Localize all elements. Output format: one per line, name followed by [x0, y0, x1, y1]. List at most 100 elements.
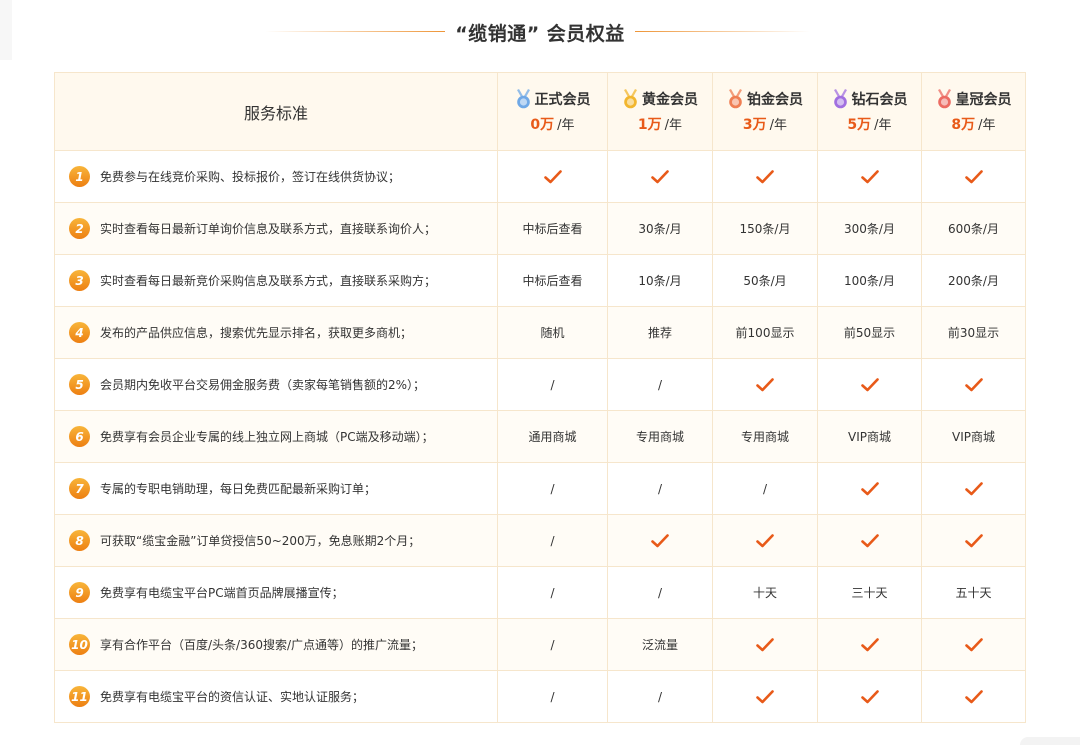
table-row: 6 免费享有会员企业专属的线上独立网上商城（PC端及移动端）； 通用商城 专用商城 专用… [54, 410, 1026, 463]
row-number-badge: 8 [69, 530, 90, 551]
tier-name: 皇冠会员 [955, 92, 1012, 108]
benefit-cell [921, 514, 1026, 567]
benefit-cell [921, 462, 1026, 515]
benefit-value: / [550, 533, 555, 548]
service-cell: 1 免费参与在线竞价采购、投标报价，签订在线供货协议； [54, 150, 498, 203]
benefit-value: 中标后查看 [522, 222, 583, 236]
benefit-value: / [550, 689, 555, 704]
benefit-value: / [657, 585, 663, 600]
benefit-value: 推荐 [647, 326, 672, 340]
benefit-cell: 中标后查看 [497, 202, 608, 255]
benefit-value: 五十天 [955, 586, 992, 600]
service-cell: 6 免费享有会员企业专属的线上独立网上商城（PC端及移动端）； [54, 410, 498, 463]
benefit-value: / [762, 481, 768, 496]
tier-header: 皇冠会员 8万/年 [921, 72, 1026, 151]
check-icon [756, 637, 774, 652]
tier-price-unit: /年 [557, 118, 575, 133]
table-body: 1 免费参与在线竞价采购、投标报价，签订在线供货协议； 2 实时查看每日最新订单询价信… [54, 150, 1026, 723]
check-icon [964, 377, 983, 392]
benefit-cell: 600条/月 [921, 202, 1026, 255]
service-column-header: 服务标准 [54, 72, 498, 151]
table-header-row: 服务标准 正式会员 0万/年 黄金会员 1万/年 铂金会员 3万/年 钻石会员 5万/年… [54, 72, 1026, 151]
crown-medal-icon [937, 89, 951, 109]
benefit-cell: 150条/月 [712, 202, 818, 255]
benefit-cell: 五十天 [921, 566, 1026, 619]
tier-header: 铂金会员 3万/年 [712, 72, 818, 151]
tier-title: 黄金会员 [608, 89, 712, 109]
benefit-cell [921, 618, 1026, 671]
service-description: 实时查看每日最新竞价采购信息及联系方式，直接联系采购方； [100, 274, 437, 288]
benefit-value: 中标后查看 [522, 274, 583, 288]
service-cell: 7 专属的专职电销助理，每日免费匹配最新采购订单； [54, 462, 498, 515]
table-row: 9 免费享有电缆宝平台PC端首页品牌展播宣传； / / 十天 三十天 五十天 [54, 566, 1026, 619]
service-cell: 5 会员期内免收平台交易佣金服务费（卖家每笔销售额的2%）； [54, 358, 498, 411]
benefit-cell [817, 618, 922, 671]
service-description: 会员期内免收平台交易佣金服务费（卖家每笔销售额的2%）； [100, 378, 426, 392]
tier-price: 3万/年 [713, 114, 817, 134]
tier-title: 皇冠会员 [922, 89, 1025, 109]
benefit-value: 10条/月 [638, 274, 682, 288]
tier-header: 黄金会员 1万/年 [607, 72, 713, 151]
row-number-badge: 10 [69, 634, 90, 655]
row-number-badge: 5 [69, 374, 90, 395]
benefit-cell: 专用商城 [607, 410, 713, 463]
check-icon [651, 169, 669, 184]
benefit-value: 300条/月 [844, 222, 895, 236]
benefit-cell: 30条/月 [607, 202, 713, 255]
service-cell: 2 实时查看每日最新订单询价信息及联系方式，直接联系询价人； [54, 202, 498, 255]
tier-price-amount: 1万 [637, 117, 662, 133]
benefit-cell: / [497, 670, 608, 723]
service-description: 免费参与在线竞价采购、投标报价，签订在线供货协议； [100, 170, 401, 184]
benefit-cell [712, 358, 818, 411]
gold-medal-icon [624, 89, 637, 109]
benefit-cell: 前30显示 [921, 306, 1026, 359]
benefit-cell: 200条/月 [921, 254, 1026, 307]
check-icon [860, 533, 879, 548]
check-icon [964, 481, 983, 496]
row-number-badge: 2 [69, 218, 90, 239]
check-icon [756, 689, 774, 704]
benefit-cell: 300条/月 [817, 202, 922, 255]
service-description: 可获取“缆宝金融”订单贷授信50~200万，免息账期2个月； [100, 534, 421, 548]
table-row: 10 享有合作平台（百度/头条/360搜索/广点通等）的推广流量； / 泛流量 [54, 618, 1026, 671]
tier-name: 黄金会员 [642, 92, 698, 108]
benefit-cell: 十天 [712, 566, 818, 619]
tier-price: 0万/年 [498, 114, 607, 134]
check-icon [964, 169, 983, 184]
tier-price-unit: /年 [978, 118, 996, 133]
benefit-value: 十天 [752, 586, 777, 600]
corner-decoration [990, 731, 1080, 745]
check-icon [860, 169, 879, 184]
check-icon [756, 533, 774, 548]
benefit-value: 专用商城 [635, 430, 684, 444]
benefit-cell [607, 514, 713, 567]
benefit-cell: / [497, 618, 608, 671]
benefit-cell: / [607, 462, 713, 515]
service-description: 实时查看每日最新订单询价信息及联系方式，直接联系询价人； [100, 222, 437, 236]
benefit-value: / [550, 585, 555, 600]
benefit-value: / [550, 637, 555, 652]
benefit-value: 前50显示 [843, 326, 896, 340]
benefit-cell: / [712, 462, 818, 515]
benefit-cell: 前50显示 [817, 306, 922, 359]
tier-title: 钻石会员 [818, 89, 921, 109]
table-row: 8 可获取“缆宝金融”订单贷授信50~200万，免息账期2个月； / [54, 514, 1026, 567]
benefit-value: / [657, 377, 663, 392]
benefit-value: 50条/月 [743, 274, 787, 288]
section-header: “缆销通” 会员权益 [0, 14, 1080, 50]
row-number-badge: 7 [69, 478, 90, 499]
benefit-value: 泛流量 [641, 638, 678, 652]
benefit-cell: / [607, 566, 713, 619]
check-icon [964, 533, 983, 548]
check-icon [860, 689, 879, 704]
check-icon [543, 169, 562, 184]
benefit-cell: / [497, 462, 608, 515]
check-icon [964, 637, 983, 652]
tier-price: 8万/年 [922, 114, 1025, 134]
benefit-cell [817, 670, 922, 723]
benefit-cell [921, 670, 1026, 723]
benefit-cell: 中标后查看 [497, 254, 608, 307]
check-icon [756, 169, 774, 184]
tier-name: 铂金会员 [747, 92, 803, 108]
benefit-cell [817, 150, 922, 203]
